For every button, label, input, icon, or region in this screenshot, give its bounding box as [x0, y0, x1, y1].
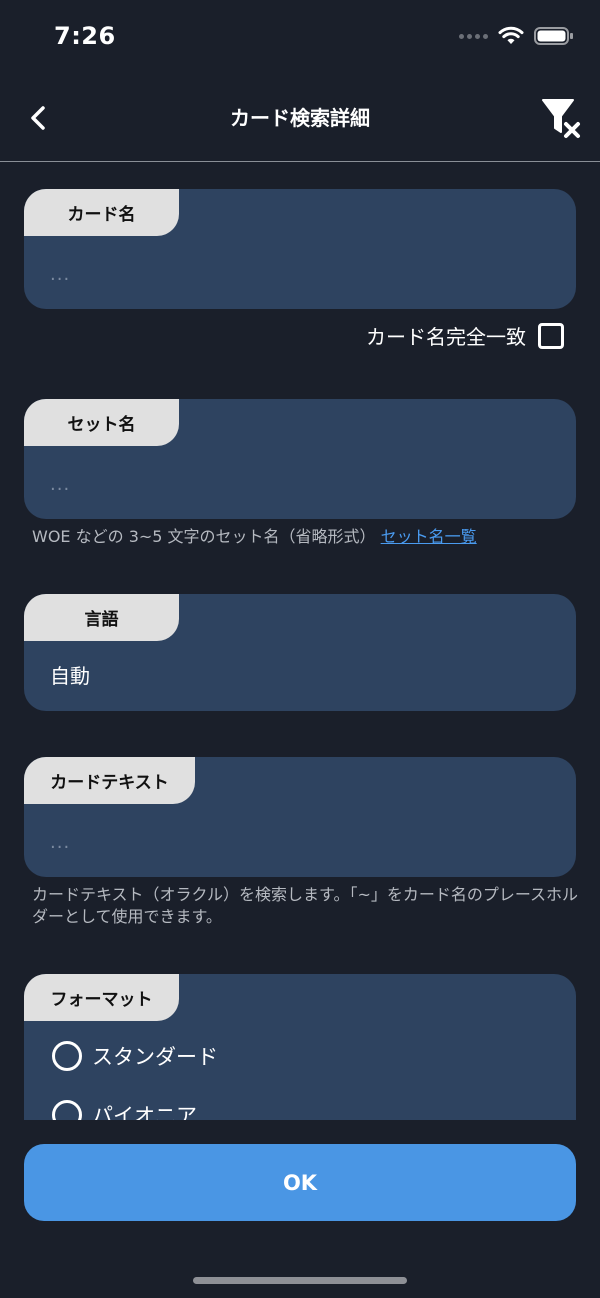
radio-button[interactable]: [52, 1100, 82, 1120]
language-field[interactable]: 言語 自動: [24, 594, 576, 711]
cellular-signal-icon: [459, 33, 488, 39]
status-icons: [459, 26, 574, 46]
status-bar: 7:26: [0, 0, 600, 80]
format-field[interactable]: フォーマット スタンダード パイオニア: [24, 974, 576, 1120]
wifi-icon: [498, 26, 524, 44]
language-select[interactable]: 自動: [50, 660, 90, 689]
set-name-label: セット名: [24, 399, 179, 446]
set-name-help: WOE などの 3~5 文字のセット名（省略形式） セット名一覧: [32, 526, 580, 548]
card-name-field[interactable]: カード名 ...: [24, 189, 576, 309]
card-text-field[interactable]: カードテキスト ...: [24, 757, 576, 877]
ok-button[interactable]: OK: [24, 1144, 576, 1221]
set-list-link[interactable]: セット名一覧: [381, 527, 477, 546]
exact-match-row[interactable]: カード名完全一致: [366, 321, 564, 350]
radio-button[interactable]: [52, 1041, 82, 1071]
search-form[interactable]: カード名 ... カード名完全一致 セット名 ... WOE などの 3~5 文…: [0, 163, 600, 1120]
set-name-input[interactable]: ...: [50, 474, 70, 495]
card-name-input[interactable]: ...: [50, 264, 70, 285]
format-option-standard[interactable]: スタンダード: [52, 1041, 218, 1071]
format-option-label: スタンダード: [92, 1045, 218, 1069]
format-option-label: パイオニア: [92, 1104, 197, 1120]
exact-match-label: カード名完全一致: [366, 325, 526, 349]
card-text-help: カードテキスト（オラクル）を検索します。「~」をカード名のプレースホルダーとして…: [32, 885, 579, 926]
card-text-input[interactable]: ...: [50, 832, 70, 853]
card-text-label: カードテキスト: [24, 757, 195, 804]
battery-icon: [534, 27, 573, 45]
clear-filter-button[interactable]: [540, 98, 584, 142]
home-indicator: [193, 1277, 407, 1284]
language-label: 言語: [24, 594, 179, 641]
filter-clear-icon: [542, 99, 580, 138]
exact-match-checkbox[interactable]: [538, 322, 564, 349]
page-title: カード検索詳細: [230, 106, 370, 130]
set-name-help-text: WOE などの 3~5 文字のセット名（省略形式）: [32, 527, 376, 546]
status-time: 7:26: [54, 22, 116, 50]
set-name-field[interactable]: セット名 ...: [24, 399, 576, 519]
format-option-pioneer[interactable]: パイオニア: [52, 1100, 197, 1120]
format-label: フォーマット: [24, 974, 179, 1021]
card-name-label: カード名: [24, 189, 179, 236]
navigation-bar: カード検索詳細: [0, 80, 600, 162]
